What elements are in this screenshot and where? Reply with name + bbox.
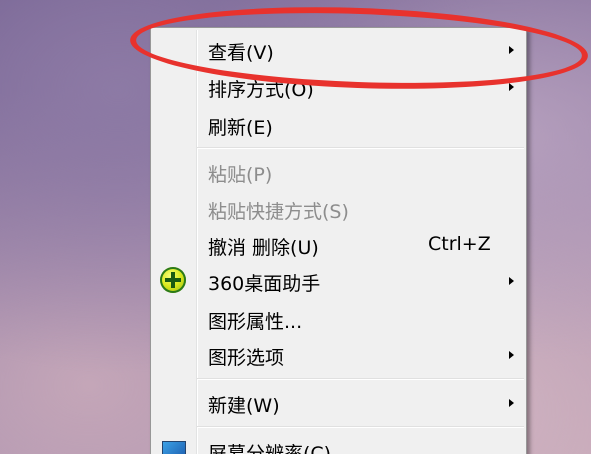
- submenu-arrow-icon: [509, 83, 514, 91]
- menu-item-label: 粘贴快捷方式(S): [208, 201, 349, 223]
- menu-item-sort-by[interactable]: 排序方式(O): [153, 69, 524, 105]
- menu-item-label: 排序方式(O): [208, 79, 314, 101]
- 360-plus-icon: [160, 267, 186, 293]
- menu-item-label: 屏幕分辨率(C): [208, 443, 332, 454]
- menu-item-label: 360桌面助手: [208, 273, 321, 295]
- menu-item-label: 图形属性...: [208, 311, 303, 333]
- menu-item-new[interactable]: 新建(W): [153, 385, 524, 421]
- menu-item-label: 图形选项: [208, 347, 285, 369]
- submenu-arrow-icon: [509, 351, 514, 359]
- menu-item-360-desktop-assistant[interactable]: 360桌面助手: [153, 263, 524, 299]
- submenu-arrow-icon: [509, 399, 514, 407]
- menu-item-graphics-options[interactable]: 图形选项: [153, 337, 524, 373]
- menu-item-graphics-properties[interactable]: 图形属性...: [153, 301, 524, 337]
- context-menu: 查看(V) 排序方式(O) 刷新(E) 粘贴(P) 粘贴快捷方式(S) 撤消 删…: [150, 27, 527, 454]
- menu-item-label: 撤消 删除(U): [208, 237, 319, 259]
- submenu-arrow-icon: [509, 46, 514, 54]
- menu-item-paste-shortcut[interactable]: 粘贴快捷方式(S): [153, 191, 524, 227]
- menu-item-screen-resolution[interactable]: 屏幕分辨率(C): [153, 433, 524, 454]
- menu-separator: [197, 147, 524, 149]
- submenu-arrow-icon: [509, 277, 514, 285]
- menu-item-view[interactable]: 查看(V): [153, 32, 524, 68]
- menu-item-paste[interactable]: 粘贴(P): [153, 154, 524, 190]
- menu-item-label: 粘贴(P): [208, 164, 273, 186]
- menu-separator: [197, 426, 524, 428]
- menu-item-undo-delete[interactable]: 撤消 删除(U) Ctrl+Z: [153, 227, 524, 263]
- screen-resolution-icon: [162, 441, 186, 454]
- menu-item-label: 刷新(E): [208, 117, 273, 139]
- menu-item-refresh[interactable]: 刷新(E): [153, 107, 524, 143]
- menu-item-label: 新建(W): [208, 395, 280, 417]
- menu-item-label: 查看(V): [208, 42, 274, 64]
- menu-item-shortcut: Ctrl+Z: [428, 233, 491, 255]
- menu-separator: [197, 378, 524, 380]
